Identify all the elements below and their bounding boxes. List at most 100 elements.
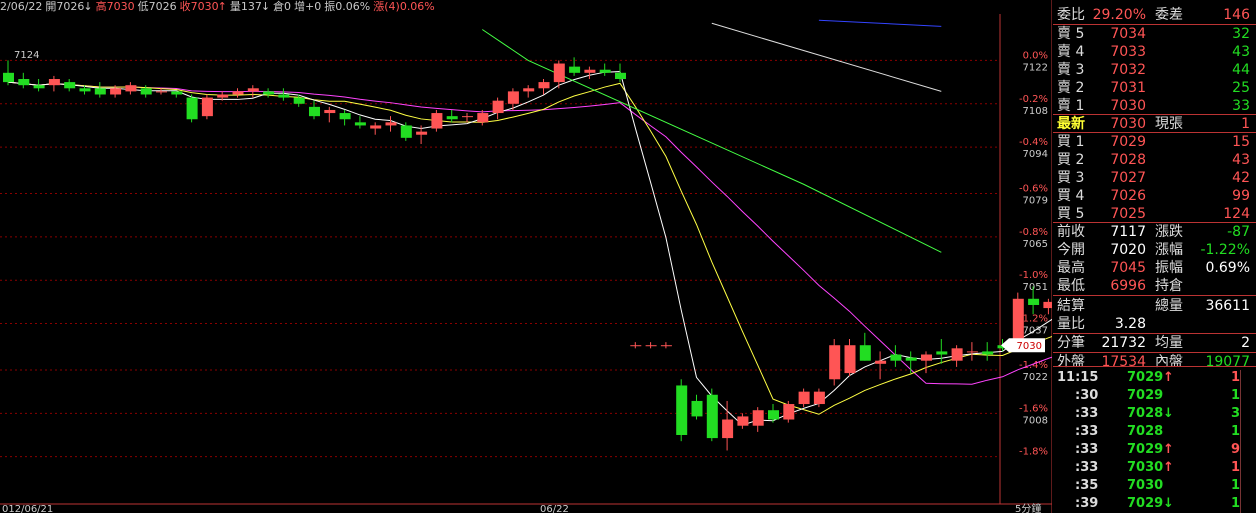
- last-label: 最新: [1057, 116, 1085, 132]
- ma240-line: [818, 19, 942, 27]
- candle-body: [905, 357, 917, 361]
- tick-row: :33 7028 ↓ 3: [1053, 405, 1256, 423]
- bid-row: 買 5 7025 124: [1053, 205, 1256, 223]
- stat-label2: 漲跌: [1155, 224, 1183, 240]
- candle-body: [293, 97, 305, 104]
- candle-body: [110, 88, 122, 95]
- candle-body: [553, 63, 565, 83]
- stat-row: 結算 總量 36611: [1053, 297, 1256, 315]
- candle-body: [79, 88, 91, 92]
- tick-time: :33: [1075, 406, 1099, 421]
- candle-body: [33, 85, 45, 89]
- axis-price-label: 7022: [1023, 372, 1048, 383]
- ask-price: 7032: [1110, 62, 1146, 78]
- bid-qty: 124: [1223, 206, 1250, 222]
- candle-body: [630, 345, 642, 347]
- candle-body: [446, 116, 458, 120]
- ask-row: 賣 2 7031 25: [1053, 79, 1256, 97]
- tick-row: :33 7030 ↑ 1: [1053, 459, 1256, 477]
- stat-row: 今開 7020 漲幅 -1.22%: [1053, 241, 1256, 259]
- tick-price: 7028: [1127, 406, 1164, 421]
- candle-body: [706, 394, 718, 439]
- candle-body: [507, 91, 519, 104]
- tick-row: 11:15 7029 ↑ 1: [1053, 369, 1256, 387]
- ma20-line: [7, 81, 1052, 385]
- stat-value: 21732: [1101, 335, 1146, 351]
- candle-body: [844, 345, 856, 374]
- stat-label2: 總量: [1155, 298, 1183, 314]
- ma60-line: [482, 29, 942, 253]
- bid-qty: 43: [1232, 152, 1250, 168]
- candle-body: [416, 131, 428, 135]
- candle-body: [217, 94, 229, 98]
- tick-arrow-icon: ↑: [1163, 370, 1174, 385]
- bid-qty: 15: [1232, 134, 1250, 150]
- stat-label: 前收: [1057, 224, 1085, 240]
- ratio-label: 委比: [1057, 7, 1085, 23]
- bid-price: 7025: [1110, 206, 1146, 222]
- panel-divider: [1053, 295, 1256, 296]
- tick-arrow-icon: ↓: [1163, 496, 1174, 511]
- tick-price: 7029: [1127, 496, 1164, 511]
- tick-qty: 1: [1230, 424, 1240, 439]
- last-row: 最新 7030 現張 1: [1053, 115, 1256, 133]
- last-label2: 現張: [1155, 116, 1183, 132]
- candlestick-chart[interactable]: 0.0%7122 -0.2%7108 -0.4%7094 -0.6%7079 -0.8%…: [0, 0, 1052, 513]
- tick-price: 7030: [1127, 460, 1164, 475]
- bid-price: 7028: [1110, 152, 1146, 168]
- tick-qty: 1: [1230, 388, 1240, 403]
- stat-value: 6996: [1110, 278, 1146, 294]
- candle-body: [752, 410, 764, 426]
- candle-body: [278, 94, 290, 98]
- bid-row: 買 4 7026 99: [1053, 187, 1256, 205]
- candle-body: [385, 122, 397, 126]
- ask-row: 賣 5 7034 32: [1053, 25, 1256, 43]
- stat-value2: -87: [1227, 224, 1250, 240]
- axis-pct-label: -1.4%: [1019, 360, 1048, 371]
- stat-row: 量比 3.28: [1053, 315, 1256, 333]
- ask-label: 賣 4: [1057, 44, 1085, 60]
- candle-body: [813, 391, 825, 405]
- stat-value: 7020: [1110, 242, 1146, 258]
- ask-price: 7030: [1110, 98, 1146, 114]
- tick-time: :30: [1075, 388, 1099, 403]
- last-price: 7030: [1110, 116, 1146, 132]
- last-qty: 1: [1241, 116, 1250, 132]
- candle-body: [1043, 301, 1052, 309]
- candle-body: [966, 351, 978, 353]
- axis-pct-label: -1.6%: [1019, 403, 1048, 414]
- tick-row: :39 7029 ↓ 1: [1053, 495, 1256, 513]
- candle-body: [859, 345, 871, 361]
- candle-body: [171, 91, 183, 95]
- stat-label: 最低: [1057, 278, 1085, 294]
- x-axis-label: 012/06/21: [2, 504, 53, 513]
- ratio-row: 委比 29.20% 委差 146: [1053, 6, 1256, 24]
- stat-label: 結算: [1057, 298, 1085, 314]
- tick-price: 7029: [1127, 442, 1164, 457]
- candle-body: [615, 72, 626, 80]
- tick-time: :33: [1075, 424, 1099, 439]
- stat-row: 最低 6996 持倉: [1053, 277, 1256, 295]
- tick-price: 7030: [1127, 478, 1164, 493]
- tick-qty: 1: [1230, 370, 1240, 385]
- candle-body: [1028, 298, 1040, 305]
- candle-body: [309, 106, 320, 117]
- bid-price: 7029: [1110, 134, 1146, 150]
- candle-body: [660, 345, 672, 347]
- tick-time: :33: [1075, 442, 1099, 457]
- ask-price: 7034: [1110, 26, 1146, 42]
- axis-price-label: 7122: [1023, 62, 1048, 73]
- ask-price: 7033: [1110, 44, 1146, 60]
- ask-qty: 25: [1232, 80, 1250, 96]
- candle-body: [156, 91, 167, 93]
- ask-row: 賣 4 7033 43: [1053, 43, 1256, 61]
- axis-pct-label: -1.0%: [1019, 270, 1048, 281]
- ask-qty: 33: [1232, 98, 1250, 114]
- tick-row: :30 7029 1: [1053, 387, 1256, 405]
- stat-label: 量比: [1057, 316, 1085, 332]
- candle-body: [186, 97, 198, 120]
- axis-pct-label: -0.8%: [1019, 227, 1048, 238]
- tick-scrollbar[interactable]: [1240, 370, 1255, 513]
- axis-pct-label: -0.2%: [1019, 94, 1048, 105]
- candle-body: [783, 404, 795, 420]
